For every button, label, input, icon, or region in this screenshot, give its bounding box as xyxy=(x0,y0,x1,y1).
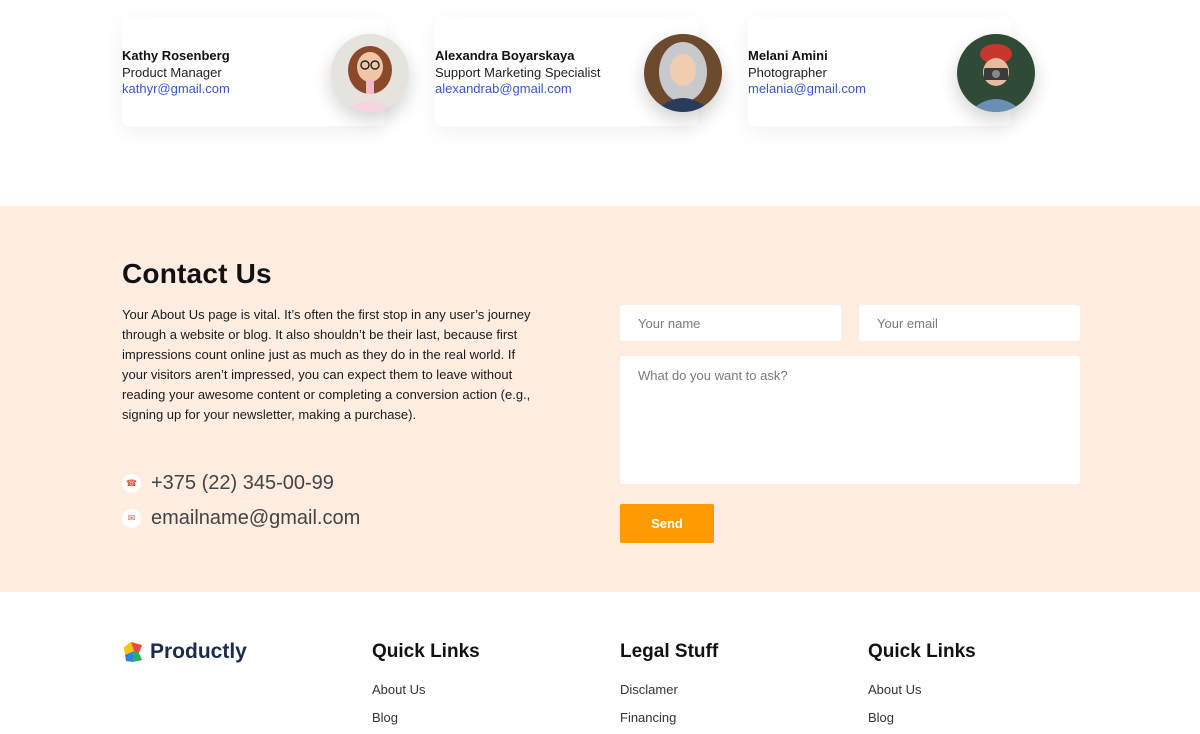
avatar xyxy=(331,34,409,112)
logo-text: Productly xyxy=(150,640,247,663)
footer-link[interactable]: Blog xyxy=(372,710,480,725)
team-section: Kathy Rosenberg Product Manager kathyr@g… xyxy=(0,0,1200,206)
footer-column-title: Quick Links xyxy=(372,641,480,662)
footer-link[interactable]: Financing xyxy=(620,710,718,725)
member-email-link[interactable]: alexandrab@gmail.com xyxy=(435,81,572,96)
footer-column: Quick Links About Us Blog xyxy=(372,641,480,734)
footer: Productly Quick Links About Us Blog Lega… xyxy=(0,592,1200,734)
member-role: Product Manager xyxy=(122,65,222,80)
contact-email: emailname@gmail.com xyxy=(151,507,361,529)
member-role: Support Marketing Specialist xyxy=(435,65,601,80)
avatar xyxy=(644,34,722,112)
member-email-link[interactable]: melania@gmail.com xyxy=(748,81,866,96)
member-name: Alexandra Boyarskaya xyxy=(435,48,575,63)
team-card: Kathy Rosenberg Product Manager kathyr@g… xyxy=(122,17,409,126)
team-card: Melani Amini Photographer melania@gmail.… xyxy=(748,17,1035,126)
phone-icon: ☎ xyxy=(122,474,141,493)
avatar xyxy=(957,34,1035,112)
footer-column: Legal Stuff Disclamer Financing xyxy=(620,641,718,734)
member-name: Melani Amini xyxy=(748,48,828,63)
contact-description: Your About Us page is vital. It’s often … xyxy=(122,307,531,422)
footer-link[interactable]: About Us xyxy=(868,682,976,697)
message-textarea[interactable] xyxy=(620,356,1080,484)
footer-column: Quick Links About Us Blog xyxy=(868,641,976,734)
phone-info: ☎ +375 (22) 345-00-99 xyxy=(122,472,334,495)
footer-link[interactable]: About Us xyxy=(372,682,480,697)
member-role: Photographer xyxy=(748,65,827,80)
email-info: ✉ emailname@gmail.com xyxy=(122,507,360,530)
footer-column-title: Legal Stuff xyxy=(620,641,719,662)
contact-title: Contact Us xyxy=(122,258,272,289)
name-input[interactable] xyxy=(620,305,841,341)
logo-icon xyxy=(124,642,142,662)
member-name: Kathy Rosenberg xyxy=(122,48,230,63)
footer-link[interactable]: Disclamer xyxy=(620,682,718,697)
footer-link[interactable]: Blog xyxy=(868,710,976,725)
team-card: Alexandra Boyarskaya Support Marketing S… xyxy=(435,17,722,126)
envelope-icon: ✉ xyxy=(122,509,141,528)
logo[interactable]: Productly xyxy=(122,640,247,664)
footer-column-title: Quick Links xyxy=(868,641,976,662)
email-input[interactable] xyxy=(859,305,1080,341)
member-email-link[interactable]: kathyr@gmail.com xyxy=(122,81,230,96)
phone-number: +375 (22) 345-00-99 xyxy=(151,472,334,494)
contact-section: Contact Us Your About Us page is vital. … xyxy=(0,206,1200,592)
send-button[interactable]: Send xyxy=(620,504,714,543)
